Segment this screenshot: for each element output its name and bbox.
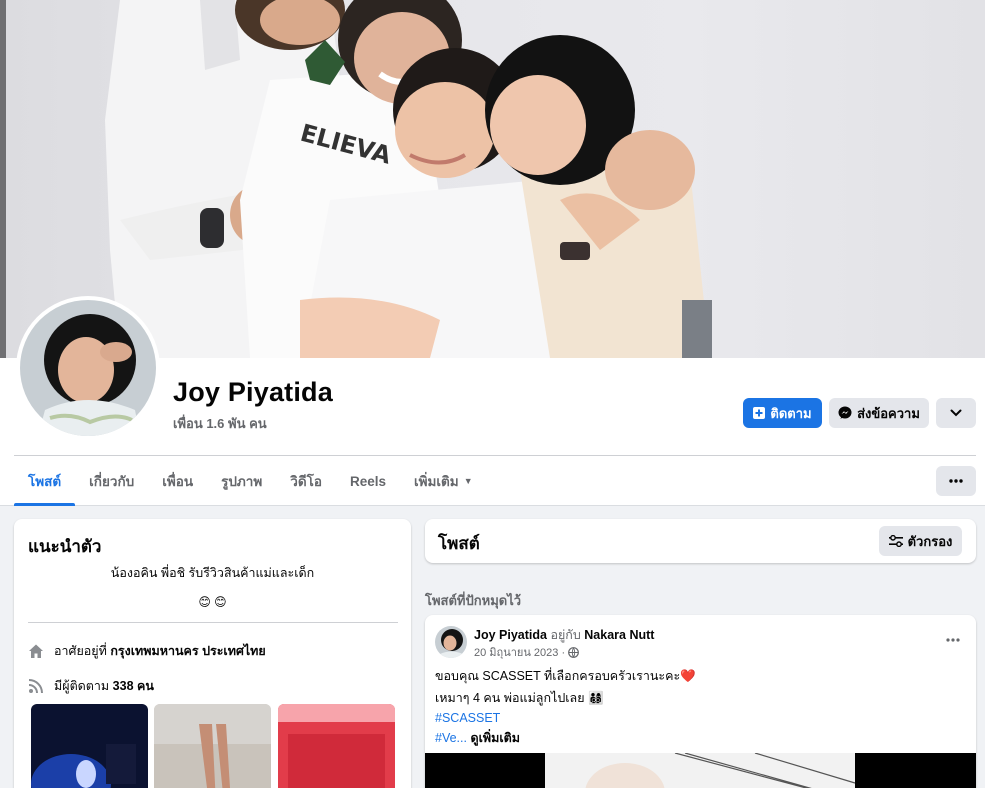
intro-photo[interactable] (278, 704, 395, 788)
intro-photo[interactable] (154, 704, 271, 788)
rss-icon (28, 679, 43, 694)
tab-friends[interactable]: เพื่อน (148, 456, 207, 506)
home-icon (29, 644, 43, 658)
intro-bio: น้องอคิน พี่อชิ รับรีวิวสินค้าแม่และเด็ก (110, 566, 315, 580)
hashtag-link[interactable]: #Ve... (435, 731, 467, 745)
filter-button-label: ตัวกรอง (907, 533, 953, 549)
post-options-button[interactable] (946, 629, 960, 647)
filter-button[interactable]: ตัวกรอง (879, 526, 962, 556)
cover-photo[interactable]: ELIEVA (0, 0, 985, 358)
tab-label: วิดีโอ (290, 474, 322, 489)
message-button-label: ส่งข้อความ (857, 405, 920, 421)
pinned-posts-label: โพสต์ที่ปักหมุดไว้ (425, 593, 522, 608)
avatar (20, 300, 156, 436)
intro-photo[interactable] (31, 704, 148, 788)
tab-label: เกี่ยวกับ (89, 474, 135, 489)
intro-photo-1 (31, 704, 148, 788)
post-text-line-1: ขอบคุณ SCASSET ที่เลือกครอบครัวเรานะคะ❤️ (435, 669, 696, 683)
lives-place-link[interactable]: กรุงเทพมหานคร ประเทศไทย (110, 644, 265, 658)
tabs-more-options-button[interactable] (936, 466, 976, 496)
post-media[interactable] (425, 753, 976, 788)
tab-label: รูปภาพ (221, 474, 263, 489)
messenger-icon (838, 406, 852, 419)
tab-reels[interactable]: Reels (336, 456, 400, 506)
posts-title: โพสต์ (438, 534, 480, 553)
post-text-line-2: เหมาๆ 4 คน พ่อแม่ลูกไปเลย 👨‍👩‍👦‍👦 (435, 691, 604, 705)
tab-more[interactable]: เพิ่มเติม ▼ (400, 456, 487, 506)
post-author-avatar[interactable] (435, 626, 467, 658)
profile-tabs: โพสต์ เกี่ยวกับ เพื่อน รูปภาพ วิดีโอ Ree… (14, 456, 487, 506)
more-dots-icon (946, 638, 960, 642)
follow-button[interactable]: ติดตาม (743, 398, 822, 428)
friends-count[interactable]: เพื่อน 1.6 พัน คน (173, 413, 267, 434)
avatar-illustration (435, 626, 467, 658)
cover-photo-illustration: ELIEVA (0, 0, 712, 358)
more-dots-icon (949, 479, 963, 483)
hashtag-link[interactable]: #SCASSET (435, 711, 500, 725)
intro-photo-2 (154, 704, 271, 788)
globe-icon (568, 646, 580, 658)
post-text-line-4: #Ve... ดูเพิ่มเติม (435, 728, 520, 748)
post-with-text: อยู่กับ (550, 628, 581, 642)
chevron-down-icon (950, 409, 962, 417)
tab-label: เพื่อน (162, 474, 194, 489)
tab-about[interactable]: เกี่ยวกับ (75, 456, 148, 506)
see-more-link[interactable]: ดูเพิ่มเติม (470, 731, 520, 745)
message-button[interactable]: ส่งข้อความ (829, 398, 929, 428)
tab-photos[interactable]: รูปภาพ (207, 456, 276, 506)
filter-sliders-icon (888, 535, 903, 547)
lives-prefix: อาศัยอยู่ที่ (54, 644, 107, 658)
post-media-illustration (425, 753, 976, 788)
intro-emoji: 😊 😊 (198, 595, 227, 609)
tab-label: โพสต์ (28, 474, 62, 489)
post-author-line: Joy Piyatida อยู่กับ Nakara Nutt (474, 625, 654, 645)
plus-person-icon (753, 407, 766, 419)
pinned-post-card: Joy Piyatida อยู่กับ Nakara Nutt 20 มิถุ… (425, 615, 976, 788)
tab-label: Reels (349, 473, 387, 489)
intro-divider (28, 622, 398, 623)
lives-in-row: อาศัยอยู่ที่ กรุงเทพมหานคร ประเทศไทย (28, 641, 266, 661)
tab-label: เพิ่มเติม (414, 474, 459, 489)
caret-down-icon: ▼ (463, 476, 473, 486)
tab-videos[interactable]: วิดีโอ (276, 456, 336, 506)
posts-header-card: โพสต์ ตัวกรอง (425, 519, 976, 563)
post-date: 20 มิถุนายน 2023 · (474, 643, 580, 661)
intro-title: แนะนำตัว (28, 537, 102, 556)
post-tagged-link[interactable]: Nakara Nutt (584, 628, 654, 642)
avatar-illustration (20, 300, 156, 436)
followers-row: มีผู้ติดตาม 338 คน (28, 676, 154, 696)
profile-name: Joy Piyatida (173, 377, 333, 407)
tab-posts[interactable]: โพสต์ (14, 456, 76, 506)
profile-avatar[interactable] (16, 296, 160, 440)
intro-card: แนะนำตัว น้องอคิน พี่อชิ รับรีวิวสินค้าแ… (14, 519, 411, 788)
profile-more-button[interactable] (936, 398, 976, 428)
follow-button-label: ติดตาม (770, 405, 812, 421)
post-date-text[interactable]: 20 มิถุนายน 2023 · (474, 643, 565, 661)
followers-prefix: มีผู้ติดตาม (54, 679, 110, 693)
followers-count-link[interactable]: 338 คน (113, 679, 154, 693)
post-author-link[interactable]: Joy Piyatida (474, 628, 547, 642)
intro-photo-3 (278, 704, 395, 788)
